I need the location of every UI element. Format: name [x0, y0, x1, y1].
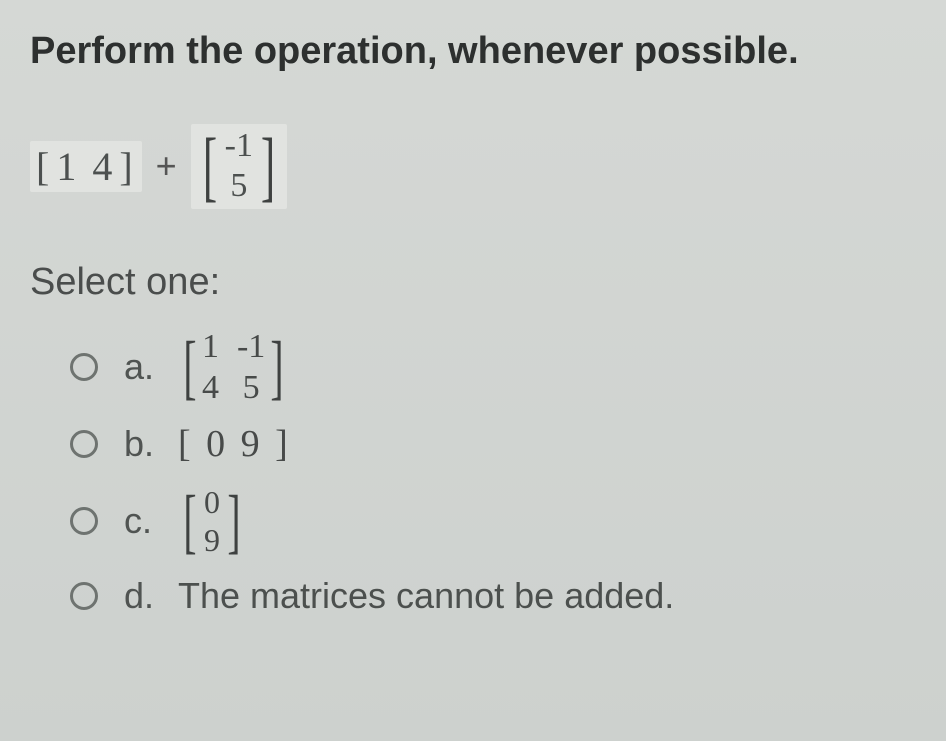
- option-letter: c.: [124, 500, 178, 542]
- option-a-matrix: [ 1 -1 4 5 ]: [178, 327, 289, 407]
- options-list: a. [ 1 -1 4 5 ] b. [ 0 9 ] c. [ 0 9 ]: [30, 326, 916, 624]
- option-d[interactable]: d. The matrices cannot be added.: [70, 568, 916, 624]
- option-letter: a.: [124, 346, 178, 388]
- bracket-left: [: [183, 491, 196, 552]
- matrix-1-content: 1 4: [52, 143, 119, 190]
- option-letter: d.: [124, 575, 178, 617]
- cell: 4: [202, 368, 219, 407]
- radio-icon[interactable]: [70, 507, 98, 535]
- cell: -1: [237, 327, 265, 366]
- bracket-right: ]: [271, 337, 284, 398]
- bracket-right: ]: [119, 143, 135, 190]
- cell: 0: [204, 483, 220, 521]
- equation: [ 1 4 ] + [ -1 5 ]: [30, 124, 916, 210]
- radio-icon[interactable]: [70, 353, 98, 381]
- bracket-left: [: [36, 143, 52, 190]
- option-b[interactable]: b. [ 0 9 ]: [70, 414, 916, 474]
- option-a[interactable]: a. [ 1 -1 4 5 ]: [70, 326, 916, 408]
- cell: 9: [204, 521, 220, 559]
- option-letter: b.: [124, 423, 178, 465]
- option-c[interactable]: c. [ 0 9 ]: [70, 480, 916, 562]
- matrix-2: [ -1 5 ]: [191, 124, 287, 210]
- cell: 5: [237, 368, 265, 407]
- matrix-2-top: -1: [225, 126, 253, 167]
- cell: 1: [202, 327, 219, 366]
- bracket-right: ]: [227, 491, 240, 552]
- matrix-1: [ 1 4 ]: [30, 141, 142, 192]
- question-title: Perform the operation, whenever possible…: [30, 28, 916, 76]
- plus-operator: +: [152, 145, 181, 187]
- bracket-left: [: [183, 337, 196, 398]
- bracket-right: ]: [261, 133, 275, 199]
- option-d-text: The matrices cannot be added.: [178, 575, 674, 617]
- radio-icon[interactable]: [70, 582, 98, 610]
- radio-icon[interactable]: [70, 430, 98, 458]
- bracket-left: [: [203, 133, 217, 199]
- select-one-label: Select one:: [30, 261, 916, 304]
- option-c-matrix: [ 0 9 ]: [178, 483, 246, 560]
- matrix-2-bottom: 5: [230, 166, 247, 207]
- option-b-matrix: [ 0 9 ]: [178, 422, 291, 466]
